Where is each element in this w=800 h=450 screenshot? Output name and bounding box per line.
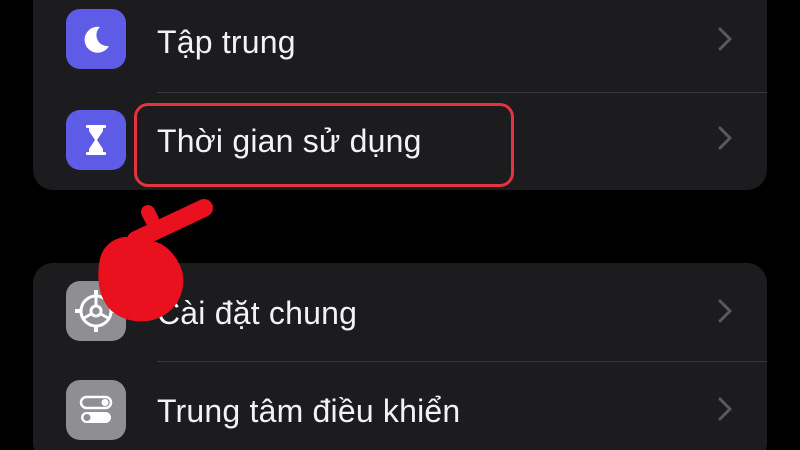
settings-row-control-center[interactable]: Trung tâm điều khiển xyxy=(33,362,767,450)
screen-time-tile xyxy=(66,110,126,170)
settings-row-focus[interactable]: Tập trung xyxy=(33,0,767,92)
toggles-icon xyxy=(79,395,113,423)
chevron-right-icon xyxy=(718,397,732,421)
control-center-label: Trung tâm điều khiển xyxy=(157,393,461,429)
chevron-right-icon xyxy=(718,126,732,150)
focus-tile xyxy=(66,9,126,69)
control-center-tile xyxy=(66,380,126,440)
chevron-right-icon xyxy=(718,299,732,323)
pointing-hand-icon xyxy=(98,199,213,322)
focus-label: Tập trung xyxy=(157,24,296,60)
hourglass-icon xyxy=(86,125,106,155)
moon-icon xyxy=(84,26,109,53)
highlight-outline xyxy=(134,103,514,187)
chevron-right-icon xyxy=(718,27,732,51)
